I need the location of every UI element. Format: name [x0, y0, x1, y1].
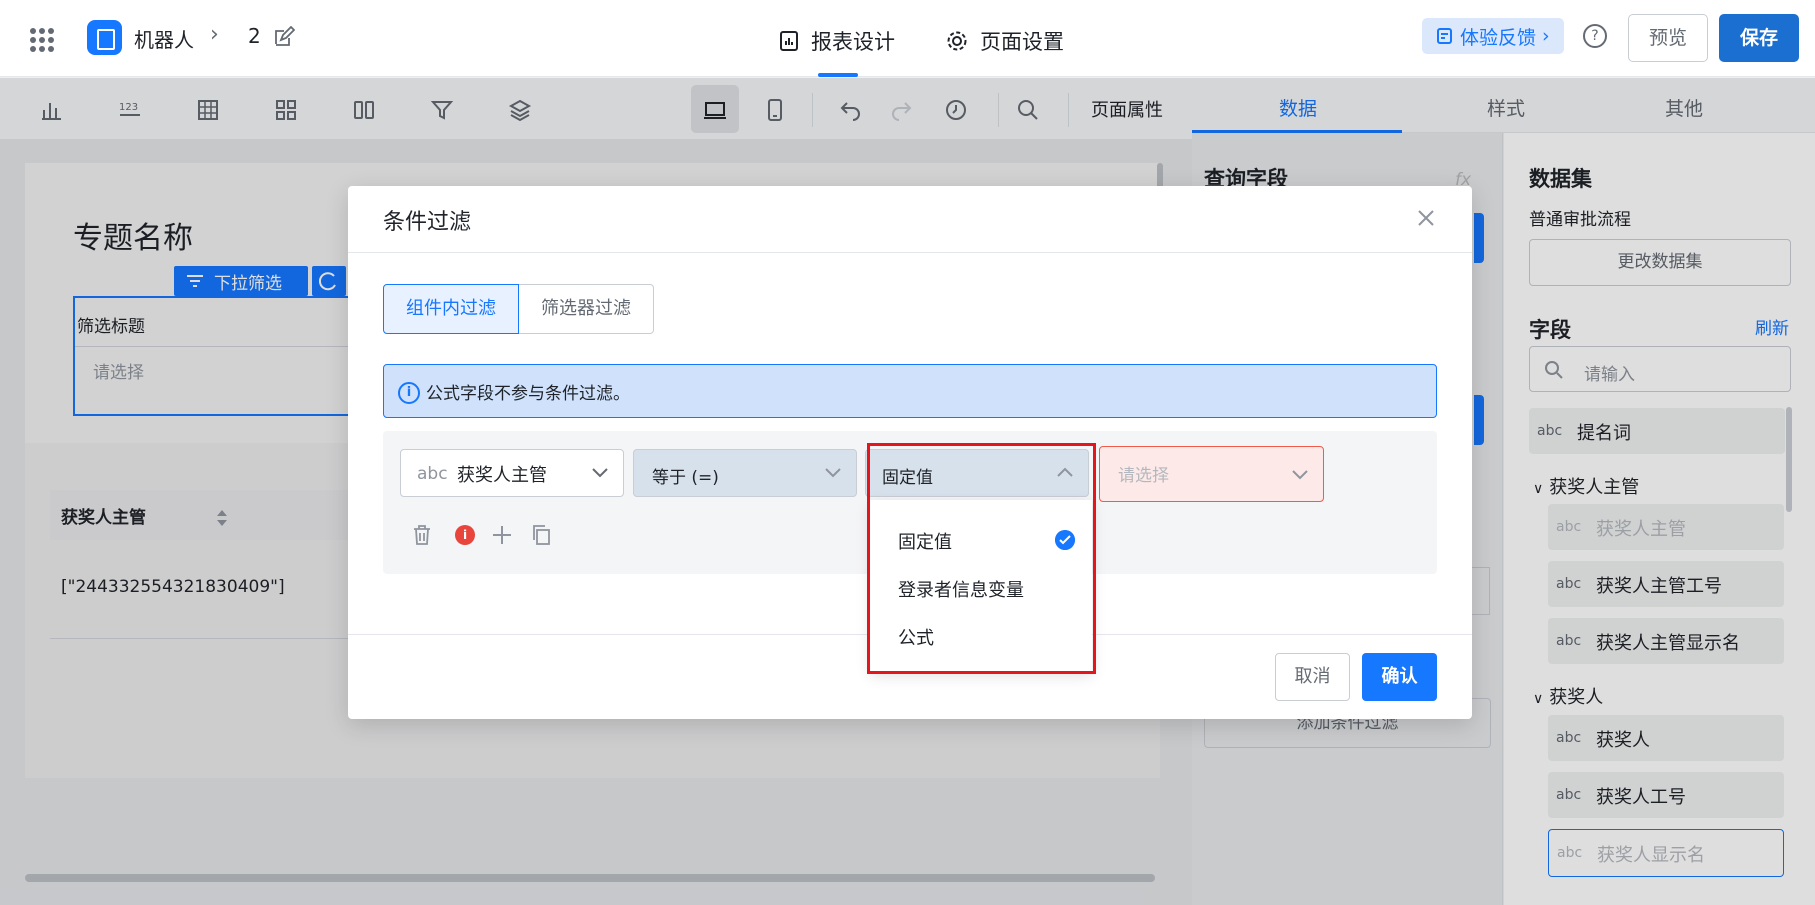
check-icon [1055, 530, 1075, 550]
confirm-button[interactable]: 确认 [1362, 653, 1437, 701]
feedback-button[interactable]: 体验反馈 › [1422, 18, 1564, 54]
chevron-down-icon [1292, 470, 1308, 480]
chevron-up-icon [1057, 467, 1073, 477]
tab-report-design[interactable]: 报表设计 [779, 26, 895, 56]
field-select-value: 获奖人主管 [457, 465, 547, 486]
operator-select-value: 等于 (=) [652, 468, 719, 488]
copy-icon[interactable] [529, 523, 553, 547]
feedback-label: 体验反馈 [1460, 26, 1537, 49]
value-select-placeholder: 请选择 [1118, 466, 1169, 486]
dropdown-option-formula[interactable]: 公式 [898, 624, 934, 650]
value-select[interactable]: 请选择 [1099, 446, 1324, 502]
gear-icon [947, 31, 967, 51]
top-header: 机器人 › 2 报表设计 页面设置 体验反馈 › ? 预览 保存 [0, 0, 1815, 77]
chevron-down-icon [825, 468, 841, 478]
field-select[interactable]: abc 获奖人主管 [400, 449, 624, 497]
preview-button[interactable]: 预览 [1628, 14, 1708, 62]
close-icon[interactable] [1416, 208, 1436, 228]
delete-icon[interactable] [410, 523, 434, 547]
active-tab-indicator [818, 73, 858, 77]
breadcrumb-chevron-icon: › [210, 22, 219, 47]
value-type-dropdown-menu: 固定值 登录者信息变量 公式 [870, 500, 1092, 672]
feedback-chevron-icon: › [1542, 25, 1550, 47]
chevron-down-icon [592, 468, 608, 478]
save-button[interactable]: 保存 [1719, 14, 1799, 62]
operator-select[interactable]: 等于 (=) [633, 449, 857, 497]
cancel-button[interactable]: 取消 [1275, 653, 1350, 701]
text-type-icon: abc [417, 464, 448, 484]
app-name[interactable]: 机器人 [134, 24, 194, 53]
divider [348, 252, 1472, 253]
feedback-icon [1437, 28, 1452, 44]
info-text: 公式字段不参与条件过滤。 [426, 384, 630, 404]
info-icon: i [398, 382, 420, 404]
app-grid-icon[interactable] [30, 28, 54, 52]
tab-report-design-label: 报表设计 [811, 30, 895, 54]
breadcrumb-report-name[interactable]: 2 [248, 24, 261, 48]
edit-icon[interactable] [273, 26, 295, 48]
tab-page-settings-label: 页面设置 [980, 30, 1064, 54]
tab-page-settings[interactable]: 页面设置 [946, 26, 1064, 56]
info-alert: i 公式字段不参与条件过滤。 [383, 364, 1437, 418]
error-badge[interactable]: i [455, 525, 475, 545]
filter-component-filter-tab[interactable]: 筛选器过滤 [519, 284, 654, 334]
filter-mode-switch: 组件内过滤 筛选器过滤 [383, 284, 654, 334]
in-component-filter-tab[interactable]: 组件内过滤 [383, 284, 519, 334]
value-type-select-value: 固定值 [882, 468, 933, 488]
dropdown-option-login-user-variable[interactable]: 登录者信息变量 [898, 576, 1024, 602]
help-icon[interactable]: ? [1583, 24, 1607, 48]
dialog-title: 条件过滤 [383, 210, 472, 235]
value-type-select[interactable]: 固定值 [865, 449, 1089, 497]
dropdown-option-fixed-value[interactable]: 固定值 [898, 528, 952, 554]
add-icon[interactable] [490, 523, 514, 547]
app-logo [87, 20, 122, 55]
report-icon [780, 31, 798, 51]
